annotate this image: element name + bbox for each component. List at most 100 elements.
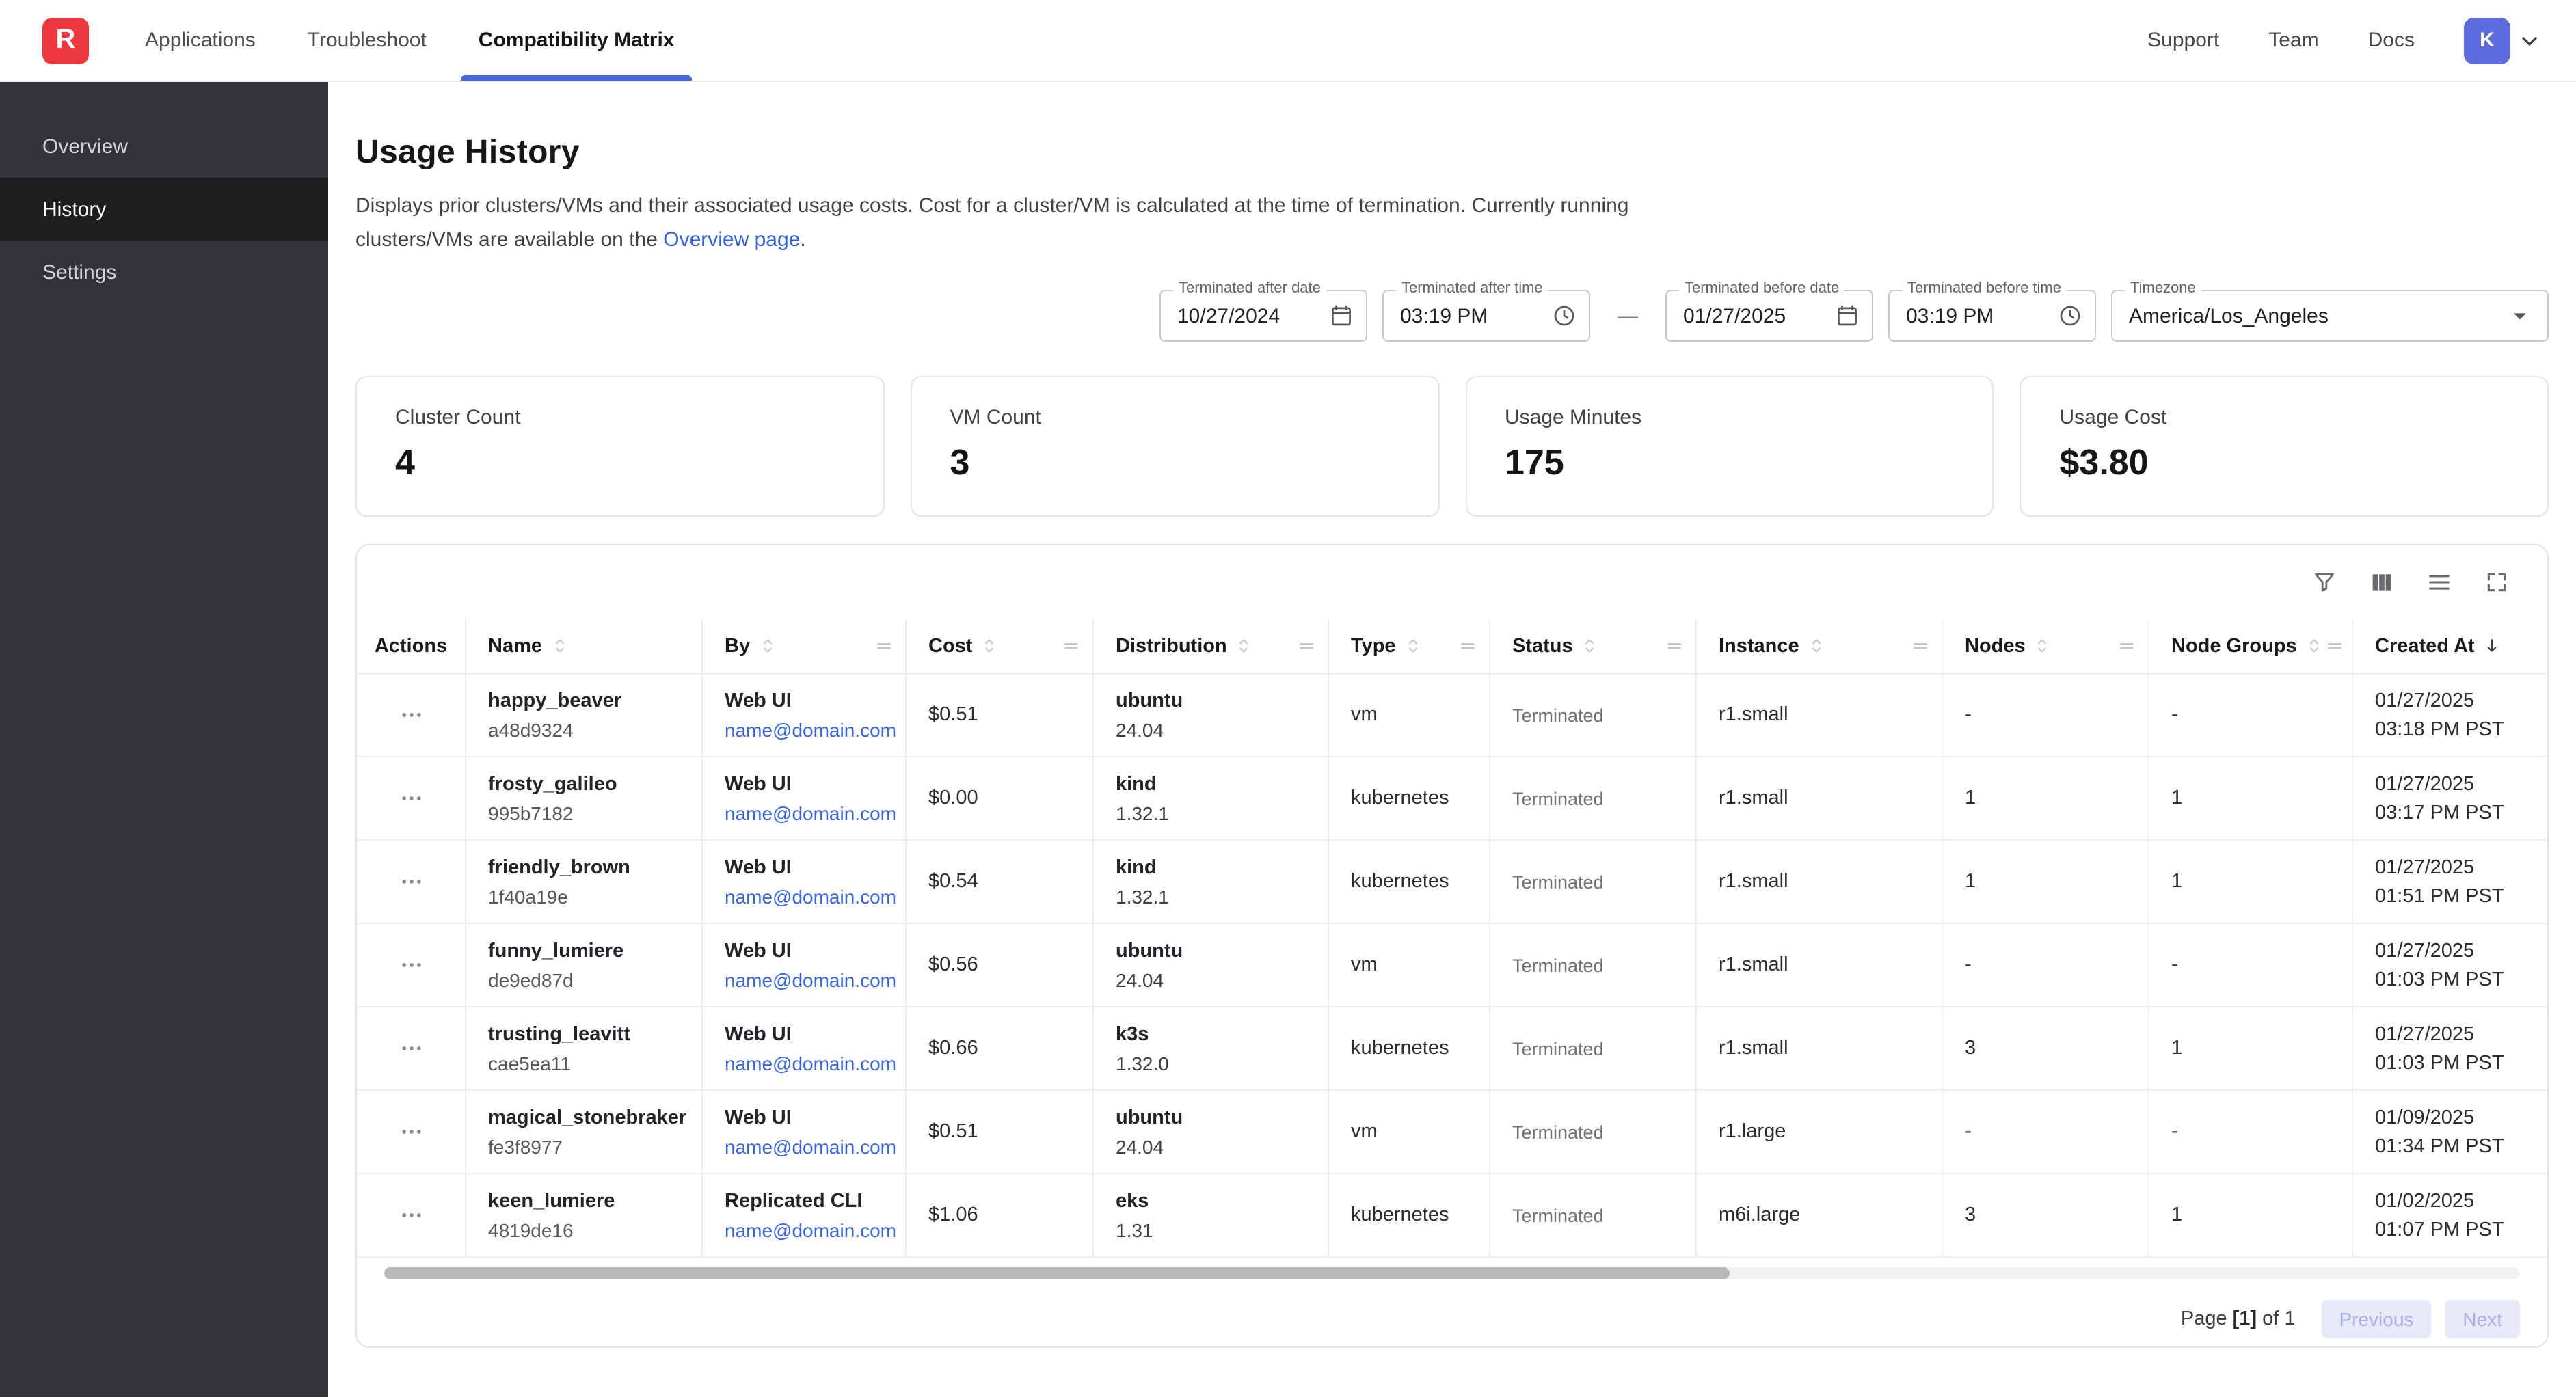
calendar-icon[interactable] xyxy=(1835,304,1860,329)
row-actions-button[interactable] xyxy=(389,944,433,988)
row-actions-icon xyxy=(397,952,425,979)
horizontal-scrollbar[interactable] xyxy=(384,1268,2520,1280)
sort-icon[interactable] xyxy=(2032,636,2053,657)
cost-value: $1.06 xyxy=(928,1205,1079,1227)
row-actions-button[interactable] xyxy=(389,1194,433,1238)
created-by-email-link[interactable]: name@domain.com xyxy=(725,886,891,908)
overview-page-link[interactable]: Overview page xyxy=(663,228,800,252)
sort-icon[interactable] xyxy=(1580,636,1600,657)
column-header-instance[interactable]: Instance xyxy=(1697,620,1943,673)
chevron-down-icon[interactable] xyxy=(2516,27,2543,54)
next-page-button[interactable]: Next xyxy=(2445,1301,2520,1339)
terminated-before-date-value[interactable]: 01/27/2025 xyxy=(1683,305,1827,328)
row-actions-button[interactable] xyxy=(389,777,433,821)
calendar-icon[interactable] xyxy=(1329,304,1354,329)
team-link[interactable]: Team xyxy=(2268,29,2318,52)
terminated-before-time-value[interactable]: 03:19 PM xyxy=(1906,305,2050,328)
drag-handle-icon[interactable] xyxy=(1061,636,1082,657)
row-actions-button[interactable] xyxy=(389,694,433,737)
timezone-value[interactable]: America/Los_Angeles xyxy=(2129,305,2505,328)
terminated-after-time-value[interactable]: 03:19 PM xyxy=(1400,305,1544,328)
tab-applications[interactable]: Applications xyxy=(127,0,273,81)
sort-icon[interactable] xyxy=(757,636,777,657)
name-cell: frosty_galileo 995b7182 xyxy=(466,758,703,840)
row-actions-button[interactable] xyxy=(389,1027,433,1071)
drag-handle-icon[interactable] xyxy=(1458,636,1478,657)
density-icon[interactable] xyxy=(2421,565,2457,601)
created-by-email-link[interactable]: name@domain.com xyxy=(725,1136,891,1158)
sidebar-item-history[interactable]: History xyxy=(0,178,328,241)
stat-card-vm-count: VM Count 3 xyxy=(911,377,1440,517)
distribution-name: eks xyxy=(1116,1191,1314,1212)
drag-handle-icon[interactable] xyxy=(2324,636,2345,657)
column-header-cost[interactable]: Cost xyxy=(907,620,1094,673)
filter-icon[interactable] xyxy=(2307,565,2342,601)
terminated-before-time-field[interactable]: Terminated before time 03:19 PM xyxy=(1888,290,2096,342)
column-header-nodes[interactable]: Nodes xyxy=(1943,620,2149,673)
dropdown-arrow-icon[interactable] xyxy=(2505,301,2535,331)
created-by-email-link[interactable]: name@domain.com xyxy=(725,802,891,824)
sort-icon[interactable] xyxy=(1234,636,1255,657)
clock-icon[interactable] xyxy=(1552,304,1577,329)
sort-desc-icon[interactable] xyxy=(2482,636,2502,657)
row-actions-button[interactable] xyxy=(389,1111,433,1154)
tab-troubleshoot[interactable]: Troubleshoot xyxy=(290,0,444,81)
terminated-before-date-field[interactable]: Terminated before date 01/27/2025 xyxy=(1665,290,1873,342)
terminated-after-date-field[interactable]: Terminated after date 10/27/2024 xyxy=(1159,290,1367,342)
created-date: 01/27/2025 xyxy=(2375,774,2534,796)
avatar[interactable]: K xyxy=(2464,17,2510,64)
terminated-after-time-field[interactable]: Terminated after time 03:19 PM xyxy=(1382,290,1590,342)
created-by-email-link[interactable]: name@domain.com xyxy=(725,1219,891,1241)
support-link[interactable]: Support xyxy=(2147,29,2219,52)
status-cell: Terminated xyxy=(1490,758,1697,840)
sort-icon[interactable] xyxy=(1403,636,1423,657)
by-cell: Web UI name@domain.com xyxy=(703,1091,907,1174)
cluster-name: trusting_leavitt xyxy=(488,1024,688,1046)
cluster-name: frosty_galileo xyxy=(488,774,688,796)
sidebar-item-settings[interactable]: Settings xyxy=(0,241,328,303)
sort-icon[interactable] xyxy=(2304,636,2324,657)
previous-page-button[interactable]: Previous xyxy=(2321,1301,2431,1339)
sort-icon[interactable] xyxy=(1806,636,1827,657)
sort-icon[interactable] xyxy=(979,636,999,657)
column-header-node-groups[interactable]: Node Groups xyxy=(2149,620,2353,673)
stat-value: 175 xyxy=(1505,442,1955,485)
docs-link[interactable]: Docs xyxy=(2368,29,2415,52)
tab-compatibility-matrix[interactable]: Compatibility Matrix xyxy=(461,0,693,81)
created-by-email-link[interactable]: name@domain.com xyxy=(725,719,891,741)
node-groups-value: 1 xyxy=(2171,1205,2338,1227)
cost-cell: $0.51 xyxy=(907,1091,1094,1174)
nodes-cell: 3 xyxy=(1943,1175,2149,1257)
scrollbar-thumb[interactable] xyxy=(384,1268,1730,1280)
drag-handle-icon[interactable] xyxy=(1296,636,1317,657)
sidebar-item-overview[interactable]: Overview xyxy=(0,115,328,178)
clock-icon[interactable] xyxy=(2058,304,2082,329)
show-hide-columns-icon[interactable] xyxy=(2364,565,2400,601)
type-value: vm xyxy=(1351,955,1475,977)
column-header-distribution[interactable]: Distribution xyxy=(1094,620,1329,673)
column-header-type[interactable]: Type xyxy=(1329,620,1490,673)
column-header-status[interactable]: Status xyxy=(1490,620,1697,673)
sort-icon[interactable] xyxy=(549,636,569,657)
terminated-after-date-value[interactable]: 10/27/2024 xyxy=(1177,305,1321,328)
column-header-by[interactable]: By xyxy=(703,620,907,673)
account-menu[interactable]: K xyxy=(2464,17,2543,64)
stat-card-usage-minutes: Usage Minutes 175 xyxy=(1465,377,1994,517)
drag-handle-icon[interactable] xyxy=(2117,636,2137,657)
drag-handle-icon[interactable] xyxy=(1664,636,1685,657)
drag-handle-icon[interactable] xyxy=(1910,636,1931,657)
column-header-name[interactable]: Name xyxy=(466,620,703,673)
created-by-email-link[interactable]: name@domain.com xyxy=(725,969,891,991)
timezone-select[interactable]: Timezone America/Los_Angeles xyxy=(2111,290,2549,342)
fullscreen-icon[interactable] xyxy=(2479,565,2514,601)
created-date: 01/09/2025 xyxy=(2375,1107,2534,1129)
column-header-created-at[interactable]: Created At xyxy=(2353,620,2547,673)
drag-handle-icon[interactable] xyxy=(874,636,894,657)
distribution-cell: k3s 1.32.0 xyxy=(1094,1008,1329,1090)
app: R Applications Troubleshoot Compatibilit… xyxy=(0,0,2576,1397)
created-by-email-link[interactable]: name@domain.com xyxy=(725,1053,891,1074)
type-value: kubernetes xyxy=(1351,871,1475,893)
replicated-logo[interactable]: R xyxy=(42,17,89,64)
column-label: By xyxy=(725,636,750,657)
row-actions-button[interactable] xyxy=(389,860,433,904)
